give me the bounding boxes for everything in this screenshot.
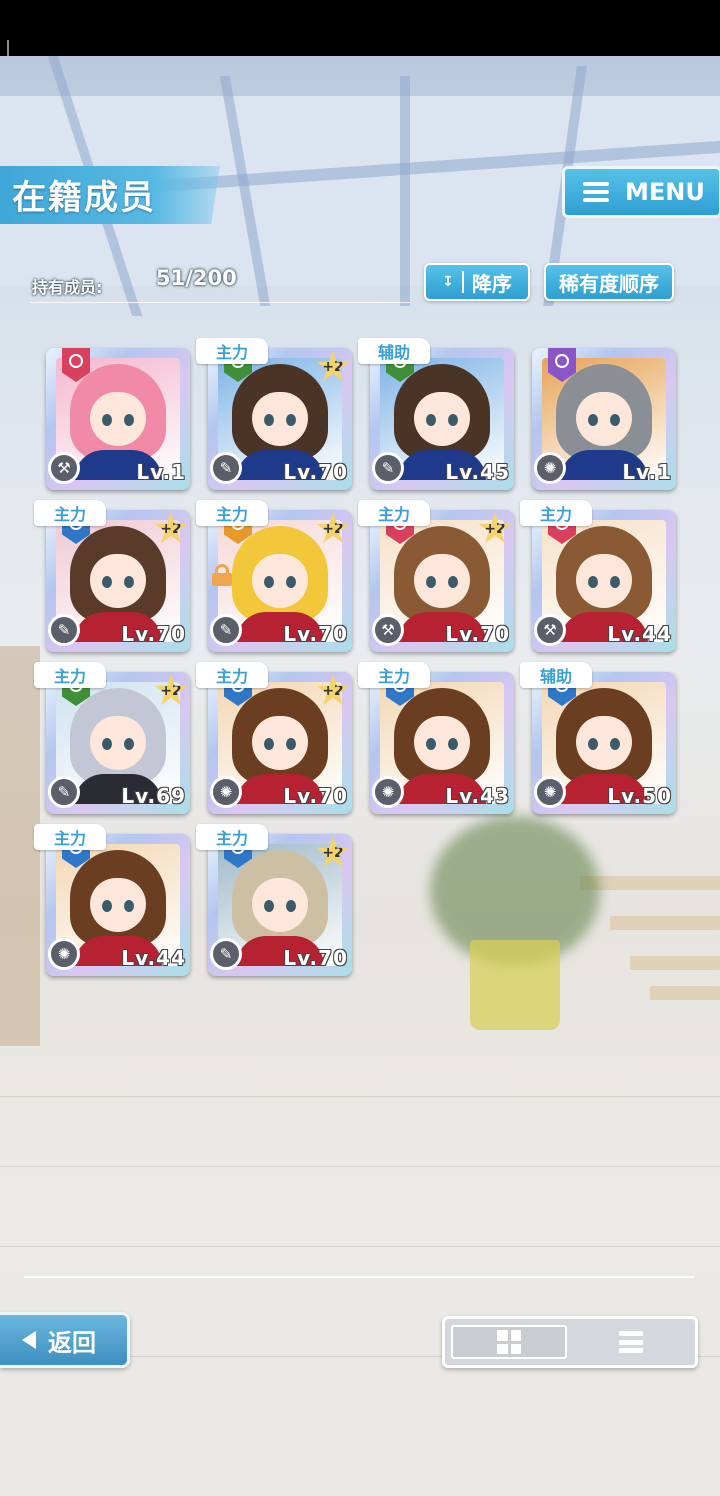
level-label: Lv.1 — [622, 460, 672, 484]
view-toggle — [442, 1316, 698, 1368]
level-label: Lv.43 — [445, 784, 510, 808]
role-tag: 主力 — [34, 662, 106, 688]
level-label: Lv.45 — [445, 460, 510, 484]
divider — [30, 302, 410, 303]
footer-divider — [24, 1276, 694, 1278]
status-bar — [0, 0, 720, 100]
member-card[interactable]: 主力 +2 ✎ Lv.70 — [196, 338, 352, 490]
role-tag: 主力 — [358, 662, 430, 688]
sort-key-label: 稀有度顺序 — [559, 271, 659, 296]
role-tag: 辅助 — [358, 338, 430, 364]
role-tag: 辅助 — [520, 662, 592, 688]
role-tag: 主力 — [196, 824, 268, 850]
role-tag: 主力 — [196, 338, 268, 364]
level-label: Lv.50 — [607, 784, 672, 808]
member-card[interactable]: 辅助 ✺ Lv.50 — [520, 662, 676, 814]
feather-icon: ✎ — [210, 614, 242, 646]
member-card[interactable]: 主力 +2 ✎ Lv.70 — [34, 500, 190, 652]
level-label: Lv.70 — [283, 784, 348, 808]
menu-button[interactable]: MENU — [562, 166, 720, 218]
member-card[interactable]: 辅助 ✎ Lv.45 — [358, 338, 514, 490]
back-button[interactable]: 返回 — [0, 1312, 130, 1368]
member-card[interactable]: ✺ Lv.1 — [532, 348, 676, 490]
back-label: 返回 — [48, 1328, 96, 1357]
hamburger-icon — [583, 182, 609, 202]
gear-icon: ✺ — [210, 776, 242, 808]
page-title: 在籍成员 — [12, 178, 156, 218]
gear-icon: ✺ — [534, 452, 566, 484]
role-tag: 主力 — [196, 500, 268, 526]
member-count-value: 51/200 — [156, 266, 237, 290]
list-view-icon — [619, 1331, 643, 1353]
sort-order-button[interactable]: ↧ 降序 — [424, 263, 530, 301]
feather-icon: ✎ — [48, 776, 80, 808]
lock-icon — [212, 564, 232, 586]
level-label: Lv.69 — [121, 784, 186, 808]
level-label: Lv.44 — [121, 946, 186, 970]
double-chevron-down-icon: ↧ — [442, 271, 464, 293]
role-tag: 主力 — [196, 662, 268, 688]
feather-icon: ✎ — [210, 938, 242, 970]
gear-icon: ✺ — [534, 776, 566, 808]
role-tag: 主力 — [520, 500, 592, 526]
gear-icon: ✺ — [48, 938, 80, 970]
member-count-label: 持有成员: — [32, 278, 103, 297]
gear-icon: ✺ — [372, 776, 404, 808]
level-label: Lv.70 — [121, 622, 186, 646]
grid-view-button[interactable] — [451, 1325, 567, 1359]
menu-label: MENU — [625, 178, 705, 206]
sort-order-label: 降序 — [471, 271, 512, 296]
list-view-button[interactable] — [573, 1325, 689, 1359]
grid-view-icon — [497, 1330, 521, 1354]
member-card[interactable]: 主力 +2 ✎ Lv.70 — [196, 500, 352, 652]
member-card[interactable]: 主力 +2 ✺ Lv.70 — [196, 662, 352, 814]
member-card[interactable]: 主力 ✺ Lv.43 — [358, 662, 514, 814]
member-card[interactable]: ⚒ Lv.1 — [46, 348, 190, 490]
level-label: Lv.70 — [283, 622, 348, 646]
feather-icon: ✎ — [372, 452, 404, 484]
hammer-icon: ⚒ — [48, 452, 80, 484]
feather-icon: ✎ — [48, 614, 80, 646]
member-card[interactable]: 主力 +2 ✎ Lv.69 — [34, 662, 190, 814]
role-tag: 主力 — [358, 500, 430, 526]
sort-key-button[interactable]: 稀有度顺序 — [544, 263, 674, 301]
level-label: Lv.70 — [445, 622, 510, 646]
member-card[interactable]: 主力 +2 ⚒ Lv.70 — [358, 500, 514, 652]
hammer-icon: ⚒ — [372, 614, 404, 646]
member-card[interactable]: 主力 ⚒ Lv.44 — [520, 500, 676, 652]
triangle-left-icon — [22, 1331, 36, 1349]
feather-icon: ✎ — [210, 452, 242, 484]
role-tag: 主力 — [34, 500, 106, 526]
level-label: Lv.70 — [283, 460, 348, 484]
level-label: Lv.70 — [283, 946, 348, 970]
member-card[interactable]: 主力 +2 ✎ Lv.70 — [196, 824, 352, 976]
role-tag: 主力 — [34, 824, 106, 850]
level-label: Lv.1 — [136, 460, 186, 484]
hammer-icon: ⚒ — [534, 614, 566, 646]
level-label: Lv.44 — [607, 622, 672, 646]
plant-pot — [470, 940, 560, 1030]
member-card[interactable]: 主力 ✺ Lv.44 — [34, 824, 190, 976]
